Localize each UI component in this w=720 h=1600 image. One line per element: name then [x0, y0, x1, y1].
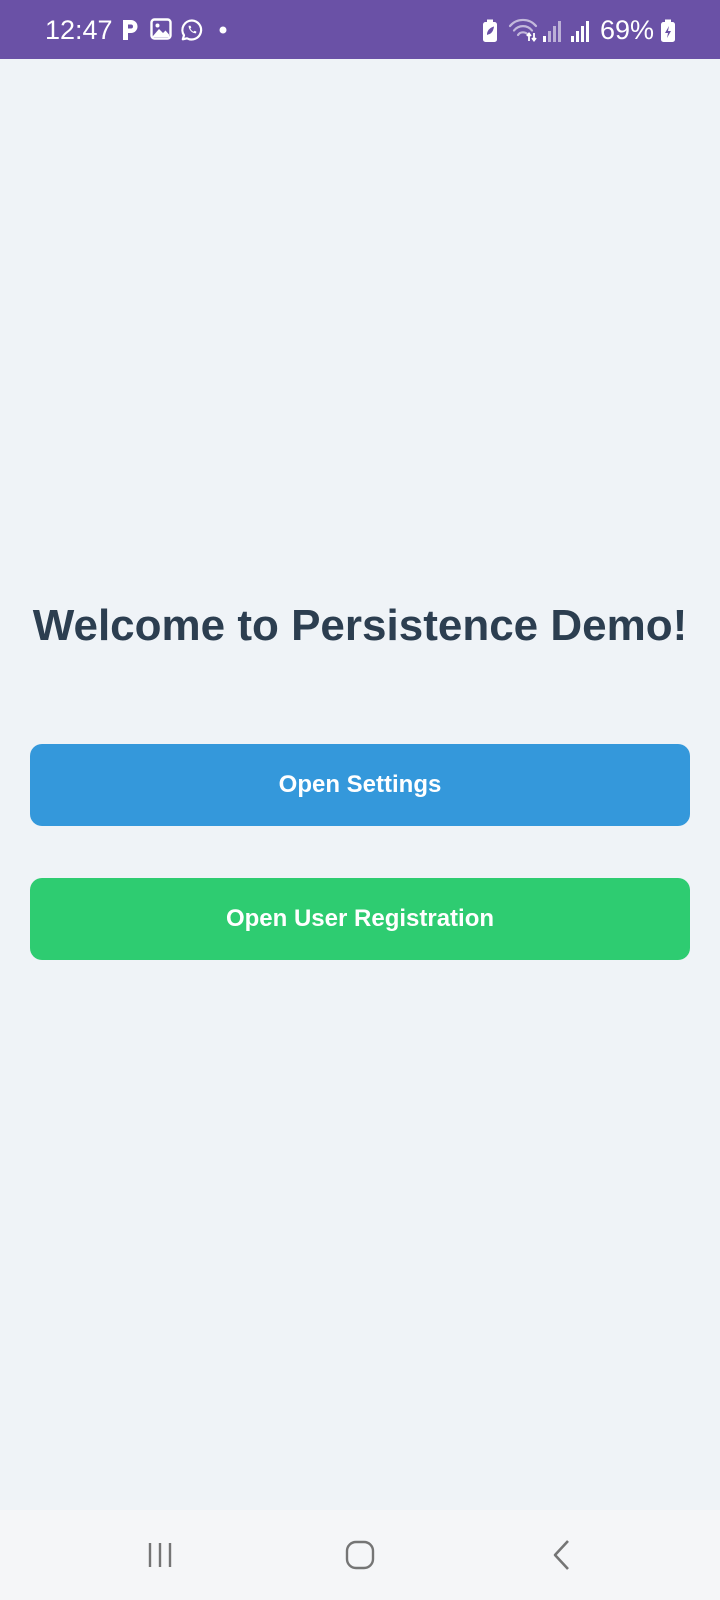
- p-notification-icon: [123, 20, 138, 40]
- whatsapp-icon: [181, 19, 203, 41]
- dot-icon: [219, 26, 227, 34]
- signal-icon: [543, 21, 561, 42]
- open-user-registration-button[interactable]: Open User Registration: [30, 878, 690, 960]
- page-title: Welcome to Persistence Demo!: [32, 601, 688, 650]
- open-user-registration-label: Open User Registration: [225, 905, 495, 932]
- battery-saver-icon: [483, 19, 497, 42]
- status-bar: 12:47 69%: [0, 0, 720, 59]
- wifi-icon: [508, 18, 538, 42]
- status-time: 12:47: [45, 15, 113, 45]
- gallery-icon: [150, 18, 172, 40]
- back-icon: [553, 1540, 569, 1570]
- main-content: Welcome to Persistence Demo! Open Settin…: [0, 59, 720, 1510]
- battery-icon: [661, 19, 675, 42]
- navigation-bar: [0, 1510, 720, 1600]
- home-icon: [345, 1540, 375, 1570]
- back-button[interactable]: [522, 1525, 602, 1585]
- open-settings-label: Open Settings: [278, 771, 442, 798]
- open-settings-button[interactable]: Open Settings: [30, 744, 690, 826]
- signal-icon: [571, 21, 589, 42]
- home-button[interactable]: [320, 1525, 400, 1585]
- battery-percent: 69%: [600, 15, 655, 45]
- recent-apps-icon: [148, 1543, 172, 1567]
- recent-apps-button[interactable]: [120, 1525, 200, 1585]
